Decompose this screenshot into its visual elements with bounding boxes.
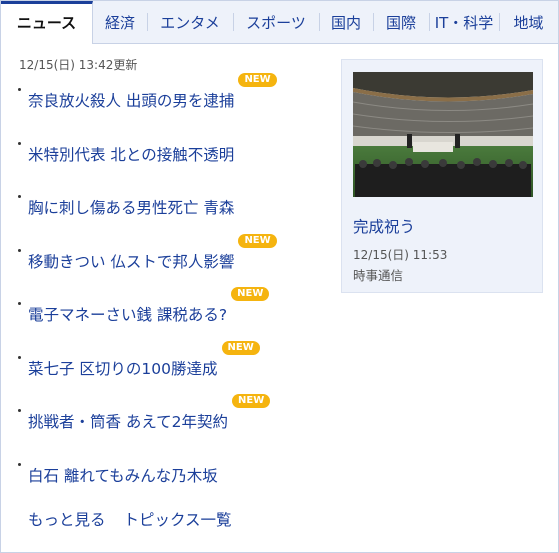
tab-domestic[interactable]: 国内	[319, 1, 373, 43]
list-item: 米特別代表 北との接触不透明	[17, 135, 327, 189]
tab-news[interactable]: ニュース	[1, 1, 93, 44]
list-item: 白石 離れてもみんな乃木坂	[17, 456, 327, 510]
list-item: 胸に刺し傷ある男性死亡 青森	[17, 188, 327, 242]
topic-link[interactable]: 奈良放火殺人 出頭の男を逮捕	[28, 91, 234, 111]
bullet-icon	[18, 462, 21, 466]
tab-entertainment[interactable]: エンタメ	[147, 1, 233, 43]
list-item: 菜七子 区切りの100勝達成NEW	[17, 340, 327, 403]
footer-links: もっと見る トピックス一覧	[28, 508, 232, 530]
new-badge: NEW	[238, 233, 277, 248]
list-item: 移動きつい 仏ストで邦人影響 NEW	[17, 233, 327, 296]
new-badge: NEW	[221, 340, 260, 355]
topics-list-link[interactable]: トピックス一覧	[124, 508, 232, 530]
bullet-icon	[18, 409, 21, 412]
new-badge: NEW	[232, 394, 271, 408]
photo-source: 時事通信	[353, 268, 404, 283]
bullet-icon	[18, 355, 21, 359]
tab-local[interactable]: 地域	[499, 1, 558, 43]
new-badge: NEW	[231, 287, 270, 301]
photo-caption-link[interactable]: 完成祝う	[353, 215, 415, 237]
topic-link[interactable]: 白石 離れてもみんな乃木坂	[28, 466, 218, 486]
topic-link[interactable]: 移動きつい 仏ストで邦人影響	[28, 252, 234, 272]
stadium-photo-image	[353, 72, 533, 197]
tab-international[interactable]: 国際	[373, 1, 429, 43]
topic-link[interactable]: 菜七子 区切りの100勝達成	[28, 359, 218, 379]
bullet-icon	[18, 248, 21, 252]
category-tabs: ニュース 経済 エンタメ スポーツ 国内 国際 IT・科学 地域	[1, 1, 558, 44]
photo-date: 12/15(日) 11:53	[353, 248, 448, 262]
tab-sports[interactable]: スポーツ	[233, 1, 319, 43]
topic-link[interactable]: 米特別代表 北との接触不透明	[28, 145, 234, 165]
topics-module: ニュース 経済 エンタメ スポーツ 国内 国際 IT・科学 地域 12/15(日) 13:42…	[0, 0, 559, 553]
list-item: 挑戦者・筒香 あえて2年契約 NEW	[17, 394, 327, 456]
topic-link[interactable]: 電子マネーさい銭 課税ある?	[28, 305, 227, 325]
photo-card: 完成祝う 12/15(日) 11:53 時事通信	[341, 59, 543, 293]
topics-list: 奈良放火殺人 出頭の男を逮捕 NEW 米特別代表 北との接触不透明 胸に刺し傷ある男性…	[17, 73, 327, 510]
bullet-icon	[18, 141, 21, 145]
topic-link[interactable]: 挑戦者・筒香 あえて2年契約	[28, 412, 228, 432]
list-item: 電子マネーさい銭 課税ある? NEW	[17, 287, 327, 349]
topic-link[interactable]: 胸に刺し傷ある男性死亡 青森	[28, 198, 234, 218]
bullet-icon	[18, 195, 21, 198]
new-badge: NEW	[238, 73, 277, 87]
tab-it-science[interactable]: IT・科学	[429, 1, 499, 43]
updated-timestamp: 12/15(日) 13:42更新	[19, 58, 138, 72]
list-item: 奈良放火殺人 出頭の男を逮捕 NEW	[17, 73, 327, 135]
stadium-photo[interactable]	[353, 72, 533, 197]
bullet-icon	[18, 88, 21, 91]
tab-economy[interactable]: 経済	[93, 1, 147, 43]
more-link[interactable]: もっと見る	[28, 508, 106, 530]
bullet-icon	[18, 302, 21, 305]
